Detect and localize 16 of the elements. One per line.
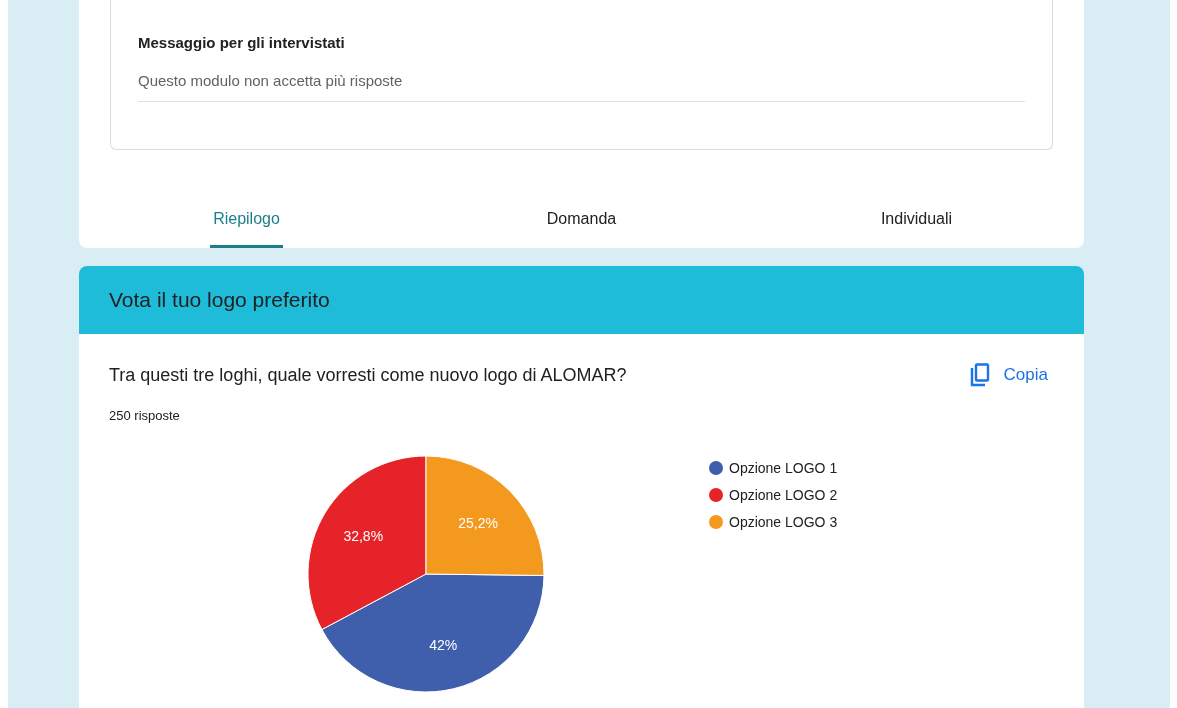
copy-button[interactable]: Copia: [969, 362, 1048, 388]
message-field[interactable]: Questo modulo non accetta più risposte: [138, 70, 1025, 102]
tab[interactable]: Individuali: [749, 197, 1084, 248]
tab[interactable]: Riepilogo: [79, 197, 414, 248]
legend-label: Opzione LOGO 3: [729, 512, 838, 532]
field-label: Messaggio per gli intervistati: [138, 33, 346, 52]
legend-label: Opzione LOGO 1: [729, 458, 838, 478]
copy-icon: [969, 362, 990, 387]
slice-label: 42%: [429, 636, 458, 653]
response-count: 250 risposte: [109, 407, 181, 425]
question-text: Tra questi tre loghi, quale vorresti come nuovo logo di ALOMAR?: [109, 364, 627, 387]
tab[interactable]: Domanda: [414, 197, 749, 248]
legend-label: Opzione LOGO 2: [729, 485, 838, 505]
slice-label: 32,8%: [343, 527, 384, 544]
slice-label: 25,2%: [458, 514, 498, 531]
section-title: Vota il tuo logo preferito: [109, 287, 330, 314]
